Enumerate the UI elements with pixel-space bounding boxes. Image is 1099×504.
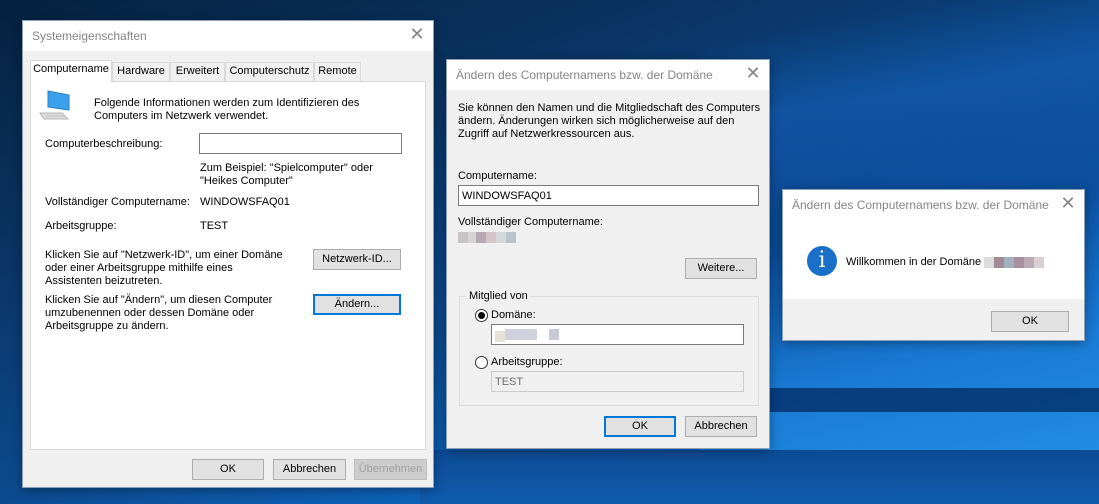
domain-input[interactable]	[491, 324, 744, 345]
cancel-button[interactable]: Abbrechen	[273, 459, 346, 480]
tab-erweitert[interactable]: Erweitert	[170, 62, 225, 81]
ok-button[interactable]: OK	[192, 459, 264, 480]
computer-name-label: Computername:	[458, 170, 537, 182]
system-properties-window: Systemeigenschaften ✕ Computername Hardw…	[22, 20, 434, 488]
rename-computer-dialog: Ändern des Computernamens bzw. der Domän…	[446, 59, 770, 449]
network-id-text: Klicken Sie auf "Netzwerk-ID", um einer …	[45, 249, 283, 287]
full-name-value: WINDOWSFAQ01	[200, 196, 290, 208]
intro-text: Sie können den Namen und die Mitgliedsch…	[458, 102, 761, 140]
computer-description-input[interactable]	[199, 133, 402, 154]
window-title: Systemeigenschaften	[32, 29, 147, 43]
close-icon[interactable]: ✕	[407, 26, 427, 46]
titlebar: Ändern des Computernamens bzw. der Domän…	[783, 190, 1084, 220]
change-text: Klicken Sie auf "Ändern", um diesen Comp…	[45, 294, 273, 332]
apply-button[interactable]: Übernehmen	[354, 459, 427, 480]
close-icon[interactable]: ✕	[1058, 195, 1078, 215]
workgroup-value: TEST	[200, 220, 229, 232]
more-button[interactable]: Weitere...	[685, 258, 757, 279]
titlebar: Systemeigenschaften ✕	[23, 21, 433, 51]
titlebar: Ändern des Computernamens bzw. der Domän…	[447, 60, 769, 90]
tab-computername[interactable]: Computername	[30, 60, 112, 82]
desktop-wallpaper-stripe	[760, 388, 1099, 412]
workgroup-input[interactable]	[491, 371, 744, 392]
workgroup-label: Arbeitsgruppe:	[45, 220, 117, 232]
ok-button[interactable]: OK	[991, 311, 1069, 332]
window-title: Ändern des Computernamens bzw. der Domän…	[456, 68, 713, 82]
description-hint: Zum Beispiel: "Spielcomputer" oder "Heik…	[200, 162, 373, 187]
tab-computerschutz[interactable]: Computerschutz	[225, 62, 314, 81]
info-icon: i	[807, 246, 837, 276]
full-name-label: Vollständiger Computername:	[45, 196, 190, 208]
network-id-button[interactable]: Netzwerk-ID...	[313, 249, 401, 270]
tab-panel-computername: Folgende Informationen werden zum Identi…	[30, 81, 426, 450]
full-name-label: Vollständiger Computername:	[458, 216, 603, 228]
desktop-wallpaper-bottom	[420, 450, 1099, 504]
ok-button[interactable]: OK	[604, 416, 676, 437]
member-of-legend: Mitglied von	[466, 290, 531, 302]
domain-radio[interactable]	[475, 309, 488, 322]
tab-remote[interactable]: Remote	[314, 62, 361, 81]
change-button[interactable]: Ändern...	[313, 294, 401, 315]
workgroup-label: Arbeitsgruppe:	[491, 356, 563, 368]
window-title: Ändern des Computernamens bzw. der Domän…	[792, 198, 1049, 212]
tab-hardware[interactable]: Hardware	[112, 62, 170, 81]
intro-text: Folgende Informationen werden zum Identi…	[94, 97, 360, 122]
welcome-message: Willkommen in der Domäne	[846, 256, 1045, 268]
domain-name-redacted	[984, 256, 1045, 268]
description-label: Computerbeschreibung:	[45, 138, 163, 150]
computer-name-input[interactable]	[458, 185, 759, 206]
workgroup-radio[interactable]	[475, 356, 488, 369]
full-name-value-redacted	[458, 231, 516, 243]
computer-icon	[39, 90, 70, 120]
member-of-group: Mitglied von Domäne: Arbeitsgruppe:	[459, 290, 759, 406]
close-icon[interactable]: ✕	[743, 65, 763, 85]
cancel-button[interactable]: Abbrechen	[685, 416, 757, 437]
domain-label: Domäne:	[491, 309, 536, 321]
welcome-domain-dialog: Ändern des Computernamens bzw. der Domän…	[782, 189, 1085, 341]
